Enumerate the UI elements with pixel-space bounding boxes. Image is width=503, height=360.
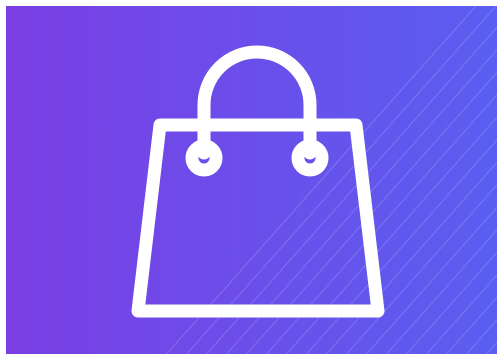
icon-artwork (6, 6, 497, 354)
shopping-bag-app-icon (6, 6, 497, 354)
app-icon-canvas (0, 0, 503, 360)
